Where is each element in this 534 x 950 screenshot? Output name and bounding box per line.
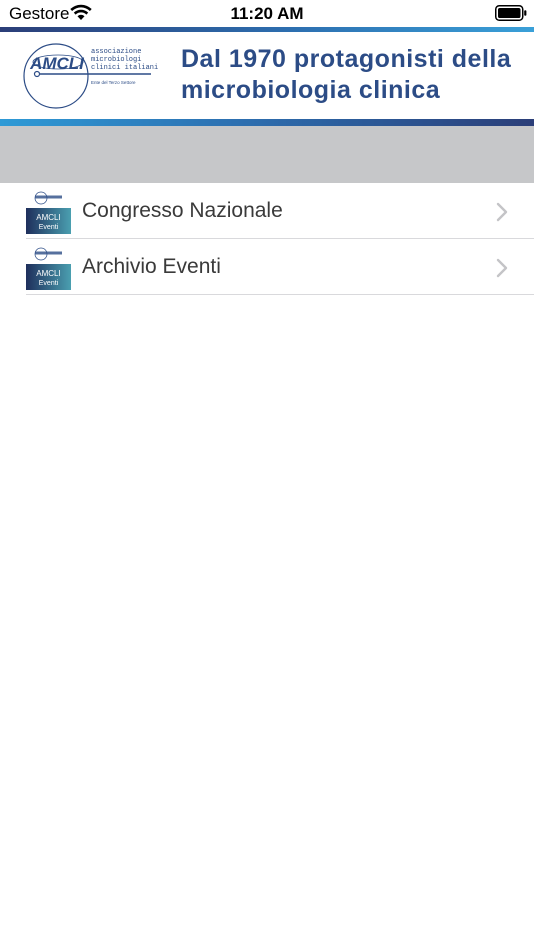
svg-text:microbiologi: microbiologi: [91, 56, 141, 64]
svg-text:associazione: associazione: [91, 48, 141, 56]
svg-text:Eventi: Eventi: [39, 224, 59, 231]
svg-text:AMCLI: AMCLI: [36, 213, 60, 222]
battery-icon: [495, 5, 527, 21]
header-title-line2: microbiologia clinica: [181, 76, 441, 104]
header-top-stripe: [0, 27, 534, 32]
chevron-right-icon: [496, 202, 508, 222]
header-banner: AMCLI associazione microbiologi clinici …: [0, 27, 534, 126]
clock: 11:20 AM: [230, 4, 304, 23]
menu-item-archivio-eventi[interactable]: AMCLI Eventi Archivio Eventi: [0, 239, 534, 295]
menu-item-label: Congresso Nazionale: [82, 199, 283, 222]
menu-item-label: Archivio Eventi: [82, 255, 221, 278]
gray-band: [0, 126, 534, 183]
menu-item-congresso-nazionale[interactable]: AMCLI Eventi Congresso Nazionale: [0, 183, 534, 239]
header-title-line1: Dal 1970 protagonisti della: [181, 45, 512, 73]
chevron-right-icon: [496, 258, 508, 278]
svg-text:clinici italiani: clinici italiani: [91, 64, 158, 72]
menu-list: AMCLI Eventi Congresso Nazionale AMCLI E…: [0, 183, 534, 295]
header-title: Dal 1970 protagonisti della microbiologi…: [181, 44, 526, 106]
amcli-eventi-thumbnail: AMCLI Eventi: [26, 191, 71, 234]
svg-text:AMCLI: AMCLI: [29, 54, 85, 73]
svg-text:Ente del Terzo Settore: Ente del Terzo Settore: [91, 80, 136, 85]
svg-text:Eventi: Eventi: [39, 280, 59, 287]
amcli-eventi-thumbnail: AMCLI Eventi: [26, 247, 71, 290]
status-bar: Gestore 11:20 AM: [0, 0, 534, 27]
amcli-logo: AMCLI associazione microbiologi clinici …: [23, 43, 158, 109]
header-bottom-stripe: [0, 119, 534, 126]
svg-text:AMCLI: AMCLI: [36, 269, 60, 278]
